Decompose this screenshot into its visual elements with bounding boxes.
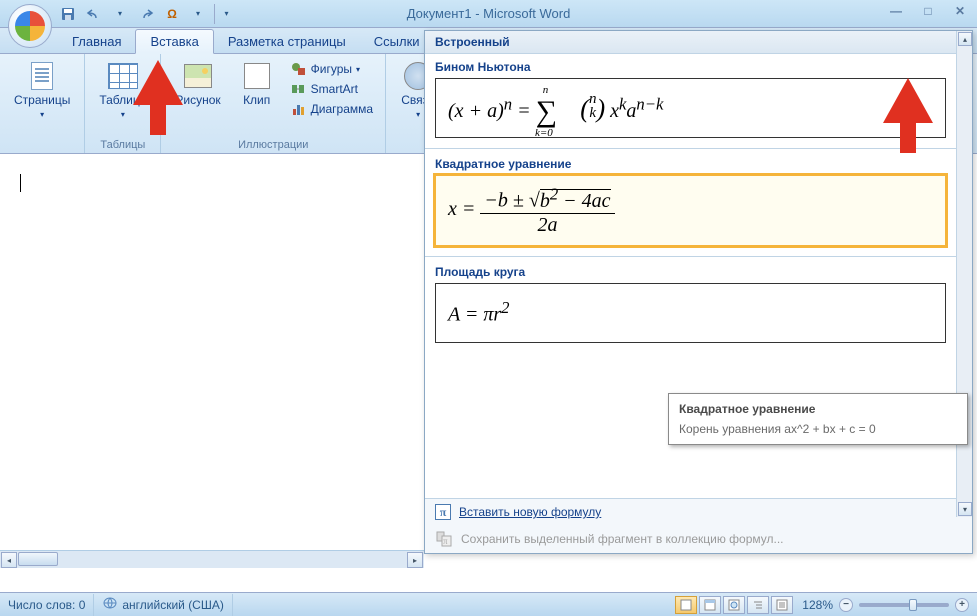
equation-formula: (x + a)n = ∑k=0n(nk) xkan−k xyxy=(448,91,663,125)
hscroll-right[interactable]: ▸ xyxy=(407,552,423,568)
pages-button[interactable]: Страницы▾ xyxy=(8,58,76,123)
scroll-down-button[interactable]: ▾ xyxy=(958,502,972,516)
shapes-button[interactable]: Фигуры ▾ xyxy=(287,60,377,78)
qat-undo-dropdown[interactable]: ▾ xyxy=(110,4,130,24)
shapes-icon xyxy=(291,61,307,77)
qat-customize-dropdown[interactable]: ▾ xyxy=(214,4,234,24)
annotation-arrow-insert-tab xyxy=(128,60,188,140)
tab-insert[interactable]: Вставка xyxy=(135,29,213,54)
zoom-slider-thumb[interactable] xyxy=(909,599,917,611)
view-web-layout[interactable] xyxy=(723,596,745,614)
text-cursor xyxy=(20,174,21,192)
clip-button[interactable]: Клип xyxy=(233,58,281,109)
zoom-level[interactable]: 128% xyxy=(802,598,833,612)
equation-tooltip: Квадратное уравнение Корень уравнения ax… xyxy=(668,393,968,445)
close-button[interactable]: ✕ xyxy=(949,2,971,20)
window-title: Документ1 - Microsoft Word xyxy=(407,6,571,21)
hscroll-thumb[interactable] xyxy=(18,552,58,566)
chart-icon xyxy=(291,101,307,117)
status-word-count[interactable]: Число слов: 0 xyxy=(0,594,94,616)
view-outline[interactable] xyxy=(747,596,769,614)
group-label-illustrations: Иллюстрации xyxy=(238,139,308,151)
save-selection-icon: π xyxy=(435,530,453,548)
zoom-out-button[interactable]: − xyxy=(839,598,853,612)
minimize-button[interactable]: — xyxy=(885,2,907,20)
equation-item-circle-area[interactable]: Площадь круга A = πr2 xyxy=(425,256,956,343)
hscroll-left[interactable]: ◂ xyxy=(1,552,17,568)
zoom-slider[interactable] xyxy=(859,603,949,607)
qat-redo-icon[interactable] xyxy=(136,4,156,24)
save-to-gallery: π Сохранить выделенный фрагмент в коллек… xyxy=(425,525,972,553)
annotation-arrow-formula xyxy=(878,78,938,158)
qat-symbol-icon[interactable]: Ω xyxy=(162,4,182,24)
tab-page-layout[interactable]: Разметка страницы xyxy=(214,30,360,53)
insert-new-equation[interactable]: π Вставить новую формулу xyxy=(425,499,972,525)
svg-text:π: π xyxy=(443,536,448,546)
page-icon xyxy=(26,60,58,92)
equation-item-quadratic[interactable]: Квадратное уравнение x = −b ± √b2 − 4ac2… xyxy=(425,148,956,246)
view-draft[interactable] xyxy=(771,596,793,614)
equation-formula: x = −b ± √b2 − 4ac2a xyxy=(448,184,615,237)
document-page[interactable] xyxy=(0,154,424,215)
pi-icon: π xyxy=(435,504,451,520)
tab-home[interactable]: Главная xyxy=(58,30,135,53)
view-print-layout[interactable] xyxy=(675,596,697,614)
clipart-icon xyxy=(241,60,273,92)
status-language[interactable]: английский (США) xyxy=(94,594,232,616)
language-icon xyxy=(102,596,118,613)
gallery-header: Встроенный xyxy=(425,31,972,54)
equation-formula: A = πr2 xyxy=(448,298,510,327)
chart-button[interactable]: Диаграмма xyxy=(287,100,377,118)
qat-symbol-dropdown[interactable]: ▾ xyxy=(188,4,208,24)
equation-item-binomial[interactable]: Бином Ньютона (x + a)n = ∑k=0n(nk) xkan−… xyxy=(425,54,956,138)
maximize-button[interactable]: □ xyxy=(917,2,939,20)
tab-references[interactable]: Ссылки xyxy=(360,30,434,53)
zoom-in-button[interactable]: + xyxy=(955,598,969,612)
group-label-tables: Таблицы xyxy=(100,139,145,151)
office-button[interactable] xyxy=(8,4,52,48)
qat-undo-icon[interactable] xyxy=(84,4,104,24)
smartart-icon xyxy=(291,81,307,97)
scroll-up-button[interactable]: ▴ xyxy=(958,32,972,46)
smartart-button[interactable]: SmartArt xyxy=(287,80,377,98)
qat-save-icon[interactable] xyxy=(58,4,78,24)
view-full-screen[interactable] xyxy=(699,596,721,614)
hscroll-track[interactable] xyxy=(18,551,406,568)
